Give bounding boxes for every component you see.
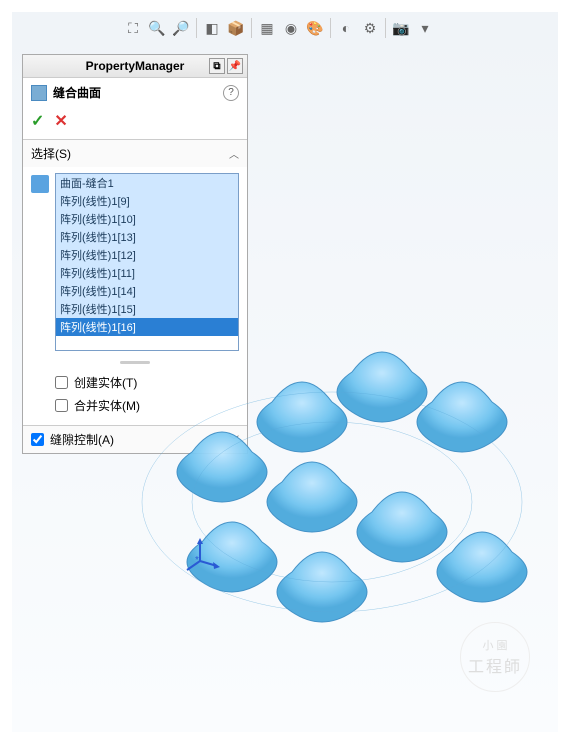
watermark-big: 工程師 (468, 653, 522, 677)
zoom-fit-icon[interactable]: ⛶ (122, 17, 144, 39)
more-icon[interactable]: ▾ (414, 17, 436, 39)
list-item[interactable]: 阵列(线性)1[13] (56, 228, 238, 246)
zoom-area-icon[interactable]: 🔍 (146, 17, 168, 39)
keep-visible-icon[interactable]: ⧉ (209, 58, 225, 74)
capture-icon[interactable]: 📷 (390, 17, 412, 39)
chevron-up-icon: ︿ (229, 146, 239, 161)
confirm-row: ✓ ✕ (23, 107, 247, 139)
cancel-button[interactable]: ✕ (54, 111, 67, 131)
selection-section-header[interactable]: 选择(S) ︿ (23, 139, 247, 167)
list-item[interactable]: 阵列(线性)1[12] (56, 246, 238, 264)
scene-icon[interactable]: 🎨 (304, 17, 326, 39)
list-item[interactable]: 阵列(线性)1[15] (56, 300, 238, 318)
selection-header-label: 选择(S) (31, 145, 71, 162)
create-solid-label: 创建实体(T) (74, 374, 137, 391)
feature-name: 缝合曲面 (53, 84, 101, 101)
list-item[interactable]: 阵列(线性)1[11] (56, 264, 238, 282)
panel-title: PropertyManager (86, 59, 185, 73)
gap-control-label: 缝隙控制(A) (50, 431, 114, 448)
help-icon[interactable]: ? (223, 85, 239, 101)
watermark: 小 園 工程師 (460, 622, 530, 692)
zoom-prev-icon[interactable]: 🔎 (170, 17, 192, 39)
view-orient-icon[interactable]: 📦 (225, 17, 247, 39)
view-settings-icon[interactable]: ⚙ (359, 17, 381, 39)
section-view-icon[interactable]: ◧ (201, 17, 223, 39)
selection-listbox[interactable]: 曲面-缝合1 阵列(线性)1[9] 阵列(线性)1[10] 阵列(线性)1[13… (55, 173, 239, 351)
appearance-icon[interactable]: ◐ (335, 17, 357, 39)
selection-body: 曲面-缝合1 阵列(线性)1[9] 阵列(线性)1[10] 阵列(线性)1[13… (23, 167, 247, 357)
panel-header: PropertyManager ⧉ 📌 (23, 55, 247, 78)
display-style-icon[interactable]: ▦ (256, 17, 278, 39)
list-item[interactable]: 阵列(线性)1[16] (56, 318, 238, 336)
pushpin-icon[interactable]: 📌 (227, 58, 243, 74)
view-toolbar: ⛶ 🔍 🔎 ◧ 📦 ▦ ◉ 🎨 ◐ ⚙ 📷 ▾ (122, 14, 436, 42)
list-item[interactable]: 曲面-缝合1 (56, 174, 238, 192)
orientation-triad[interactable]: * (185, 536, 225, 576)
feature-title-row: 缝合曲面 ? (23, 78, 247, 107)
gap-control-checkbox[interactable] (31, 433, 44, 446)
watermark-small: 小 園 (482, 637, 507, 653)
face-selection-icon[interactable] (31, 175, 49, 193)
hide-show-icon[interactable]: ◉ (280, 17, 302, 39)
svg-text:*: * (195, 555, 199, 566)
list-item[interactable]: 阵列(线性)1[14] (56, 282, 238, 300)
list-item[interactable]: 阵列(线性)1[9] (56, 192, 238, 210)
ok-button[interactable]: ✓ (31, 111, 44, 131)
knit-surface-icon (31, 85, 47, 101)
merge-entities-label: 合并实体(M) (74, 397, 140, 414)
viewport-3d[interactable]: ⛶ 🔍 🔎 ◧ 📦 ▦ ◉ 🎨 ◐ ⚙ 📷 ▾ PropertyManager … (12, 12, 558, 732)
list-item[interactable]: 阵列(线性)1[10] (56, 210, 238, 228)
merge-entities-input[interactable] (55, 399, 68, 412)
create-solid-input[interactable] (55, 376, 68, 389)
